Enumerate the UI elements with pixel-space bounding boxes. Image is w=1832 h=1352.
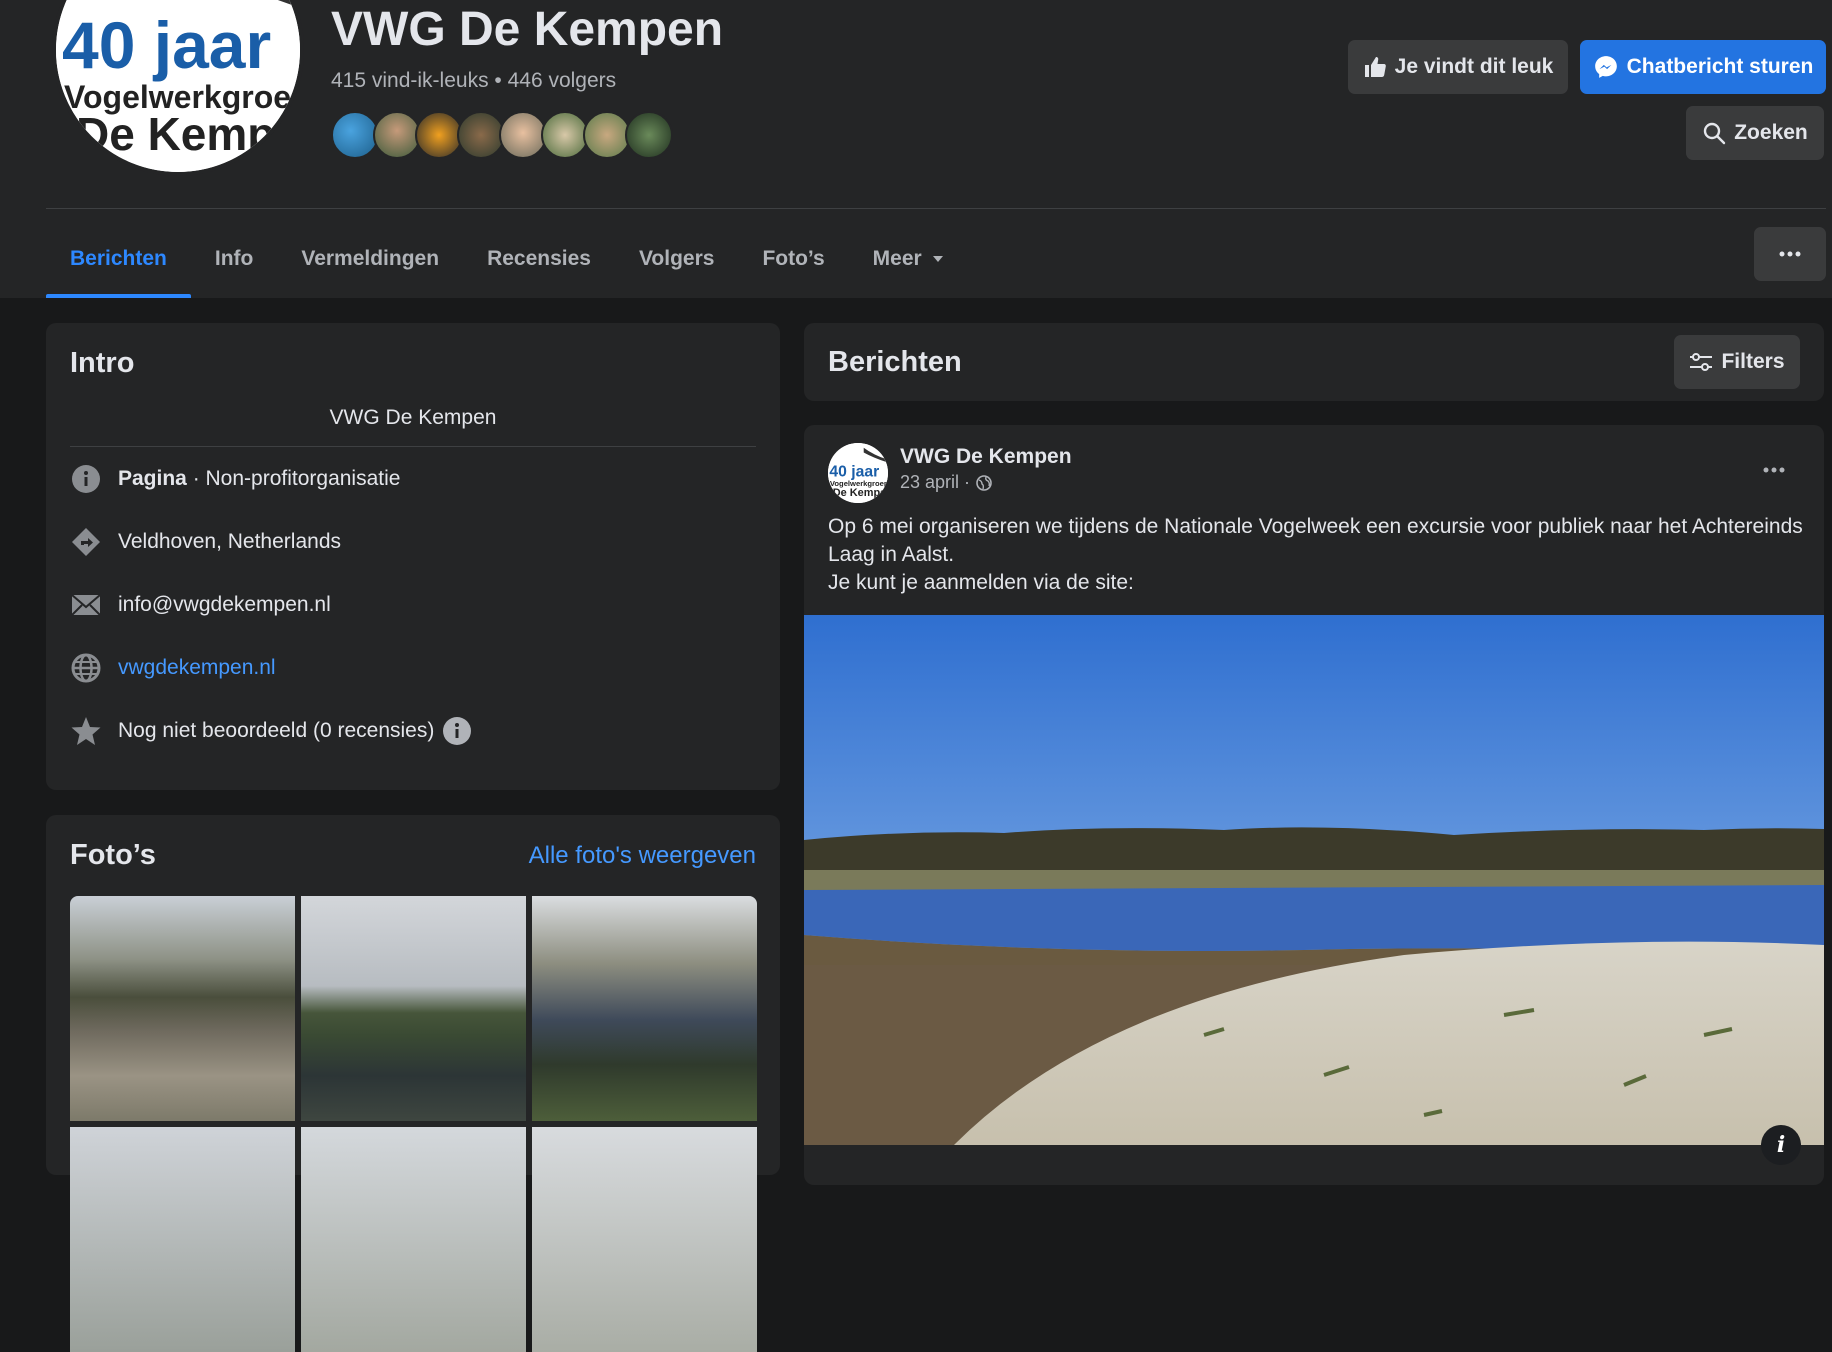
svg-text:Vogelwerkgroep: Vogelwerkgroep bbox=[830, 479, 888, 488]
avatar[interactable] bbox=[373, 111, 421, 159]
avatar[interactable] bbox=[541, 111, 589, 159]
search-label: Zoeken bbox=[1734, 121, 1808, 144]
tab-meer-label: Meer bbox=[872, 247, 922, 270]
page-tabs: Berichten Info Vermeldingen Recensies Vo… bbox=[46, 220, 970, 298]
location-text: Veldhoven, Netherlands bbox=[118, 529, 341, 553]
like-button-label: Je vindt dit leuk bbox=[1394, 55, 1554, 78]
photo-thumbnail[interactable] bbox=[532, 896, 757, 1121]
email-text[interactable]: info@vwgdekempen.nl bbox=[118, 593, 331, 617]
tab-vermeldingen[interactable]: Vermeldingen bbox=[277, 220, 463, 298]
avatar[interactable] bbox=[415, 111, 463, 159]
posts-title: Berichten bbox=[828, 345, 962, 378]
intro-title: Intro bbox=[70, 347, 135, 379]
filters-button[interactable]: Filters bbox=[1674, 335, 1800, 389]
intro-rating: Nog niet beoordeeld (0 recensies) bbox=[70, 699, 756, 762]
svg-text:40 jaar: 40 jaar bbox=[829, 463, 879, 480]
post-author-avatar[interactable]: 40 jaar Vogelwerkgroep De Kempen bbox=[828, 443, 888, 503]
messenger-icon bbox=[1594, 56, 1617, 78]
star-icon bbox=[70, 715, 102, 747]
posts-header-card: Berichten Filters bbox=[804, 323, 1824, 401]
info-circle-icon bbox=[70, 463, 102, 495]
page-title: VWG De Kempen bbox=[331, 3, 724, 56]
page-stats[interactable]: 415 vind-ik-leuks • 446 volgers bbox=[331, 69, 616, 93]
tab-recensies[interactable]: Recensies bbox=[463, 220, 615, 298]
divider bbox=[46, 208, 1826, 209]
tab-info[interactable]: Info bbox=[191, 220, 277, 298]
ellipsis-icon bbox=[1763, 467, 1785, 473]
category-label: Pagina bbox=[118, 466, 187, 490]
ellipsis-icon bbox=[1779, 251, 1801, 257]
tab-meer[interactable]: Meer bbox=[849, 220, 970, 298]
intro-location: Veldhoven, Netherlands bbox=[70, 510, 756, 573]
avatar[interactable] bbox=[331, 111, 379, 159]
thumbs-up-icon bbox=[1364, 57, 1386, 77]
photo-thumbnail[interactable] bbox=[301, 896, 526, 1121]
tab-berichten[interactable]: Berichten bbox=[46, 220, 191, 298]
photo-thumbnail[interactable] bbox=[532, 1127, 757, 1352]
search-icon bbox=[1704, 122, 1726, 145]
avatar[interactable] bbox=[499, 111, 547, 159]
photos-card: Foto’s Alle foto's weergeven bbox=[46, 815, 780, 1352]
photo-thumbnail[interactable] bbox=[70, 896, 295, 1121]
intro-email: info@vwgdekempen.nl bbox=[70, 573, 756, 636]
intro-website: vwgdekempen.nl bbox=[70, 636, 756, 699]
send-message-button[interactable]: Chatbericht sturen bbox=[1580, 40, 1826, 94]
svg-text:De Kempen: De Kempen bbox=[833, 487, 888, 499]
website-link[interactable]: vwgdekempen.nl bbox=[118, 656, 276, 680]
sliders-icon bbox=[1690, 353, 1713, 371]
photo-thumbnail[interactable] bbox=[70, 1127, 295, 1352]
page-logo-small: 40 jaar Vogelwerkgroep De Kempen bbox=[828, 443, 888, 503]
photos-title: Foto’s bbox=[70, 839, 156, 871]
like-button[interactable]: Je vindt dit leuk bbox=[1348, 40, 1568, 94]
category-value: · Non-profitorganisatie bbox=[186, 466, 401, 490]
filters-label: Filters bbox=[1721, 350, 1785, 373]
intro-description: VWG De Kempen bbox=[70, 406, 756, 447]
rating-info-icon[interactable] bbox=[442, 716, 472, 746]
tab-fotos[interactable]: Foto’s bbox=[738, 220, 848, 298]
avatar[interactable] bbox=[583, 111, 631, 159]
post-photo[interactable] bbox=[804, 615, 1824, 1145]
avatar[interactable] bbox=[457, 111, 505, 159]
post-author-name[interactable]: VWG De Kempen bbox=[900, 445, 1072, 469]
caret-down-icon bbox=[932, 256, 943, 262]
rating-text: Nog niet beoordeeld (0 recensies) bbox=[118, 718, 435, 742]
avatar[interactable] bbox=[625, 111, 673, 159]
post-options-button[interactable] bbox=[1754, 453, 1794, 483]
see-all-photos-link[interactable]: Alle foto's weergeven bbox=[529, 842, 756, 870]
post-date[interactable]: 23 april · bbox=[900, 472, 970, 493]
search-page-button[interactable]: Zoeken bbox=[1686, 106, 1824, 160]
send-message-label: Chatbericht sturen bbox=[1626, 55, 1814, 78]
intro-card: Intro VWG De Kempen Pagina · Non-profito… bbox=[46, 323, 780, 790]
post-meta: 23 april · bbox=[900, 472, 992, 493]
photo-info-icon[interactable]: i bbox=[1761, 1125, 1801, 1165]
photo-thumbnail[interactable] bbox=[301, 1127, 526, 1352]
friend-avatars[interactable] bbox=[331, 111, 673, 159]
page-more-options-button[interactable] bbox=[1754, 227, 1826, 281]
directions-icon bbox=[70, 526, 102, 558]
svg-text:40 jaar: 40 jaar bbox=[62, 8, 271, 82]
globe-icon bbox=[70, 652, 102, 684]
intro-category: Pagina · Non-profitorganisatie bbox=[70, 447, 756, 510]
post-text-line: Op 6 mei organiseren we tijdens de Natio… bbox=[828, 515, 1803, 566]
tab-volgers[interactable]: Volgers bbox=[615, 220, 738, 298]
globe-icon bbox=[976, 474, 992, 491]
post-text: Op 6 mei organiseren we tijdens de Natio… bbox=[828, 513, 1808, 597]
post-text-line: Je kunt je aanmelden via de site: bbox=[828, 571, 1134, 594]
post-card: 40 jaar Vogelwerkgroep De Kempen VWG De … bbox=[804, 425, 1824, 1185]
envelope-icon bbox=[70, 589, 102, 621]
